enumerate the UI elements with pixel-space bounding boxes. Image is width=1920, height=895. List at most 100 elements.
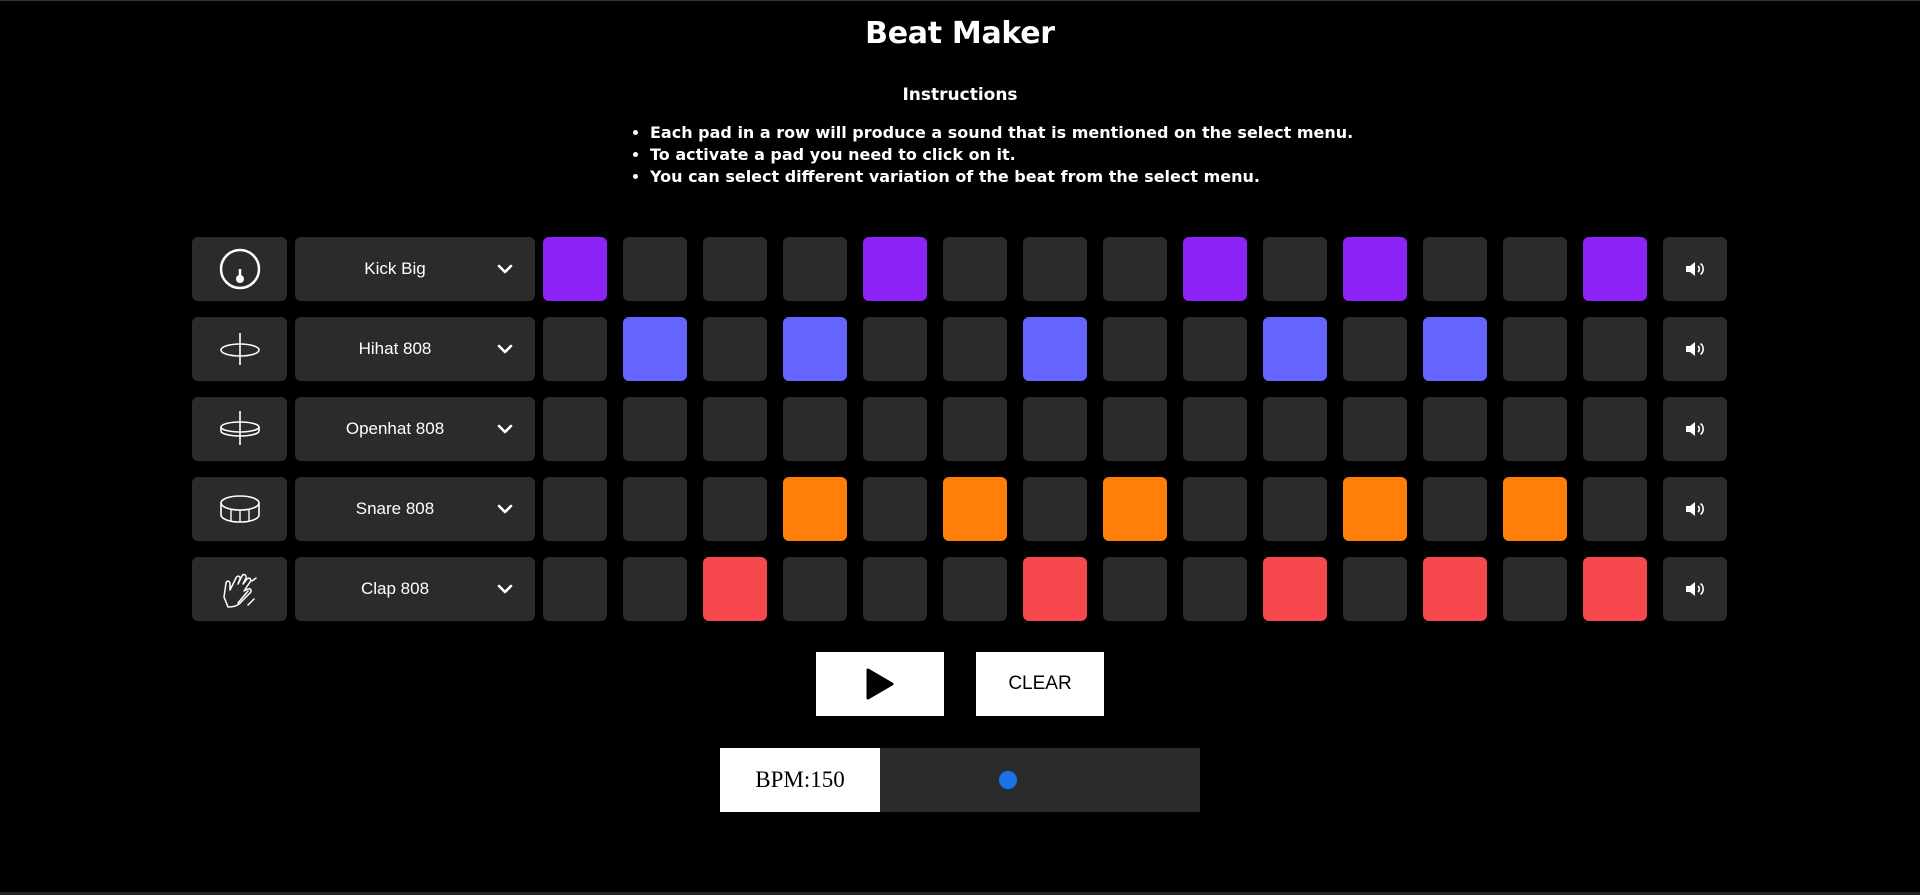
track-row: Openhat 808: [192, 397, 1727, 461]
instruction-item: Each pad in a row will produce a sound t…: [650, 122, 1353, 144]
pad[interactable]: [943, 237, 1007, 301]
pad[interactable]: [623, 477, 687, 541]
pad-active[interactable]: [863, 237, 927, 301]
speaker-icon: [1685, 421, 1705, 437]
pad-active[interactable]: [1263, 557, 1327, 621]
pad-active[interactable]: [1423, 557, 1487, 621]
bpm-slider-thumb[interactable]: [998, 771, 1017, 789]
pad[interactable]: [1503, 317, 1567, 381]
pad[interactable]: [1183, 477, 1247, 541]
chevron-down-icon: [497, 261, 513, 282]
pad-active[interactable]: [1343, 237, 1407, 301]
pad[interactable]: [703, 397, 767, 461]
pad-active[interactable]: [1583, 557, 1647, 621]
sound-select[interactable]: Openhat 808: [295, 397, 535, 461]
play-icon: [866, 668, 894, 700]
play-button[interactable]: [816, 652, 944, 716]
pad[interactable]: [623, 237, 687, 301]
pad[interactable]: [1423, 237, 1487, 301]
pad-active[interactable]: [1423, 317, 1487, 381]
pad[interactable]: [783, 237, 847, 301]
window-top-edge: [0, 0, 1920, 1]
sound-select-value: Hihat 808: [358, 339, 432, 358]
sound-select-value: Kick Big: [364, 259, 426, 278]
bpm-slider[interactable]: [880, 748, 1200, 812]
pad[interactable]: [943, 397, 1007, 461]
pad[interactable]: [863, 397, 927, 461]
pad[interactable]: [1583, 477, 1647, 541]
pad[interactable]: [1263, 477, 1327, 541]
sound-select[interactable]: Hihat 808: [295, 317, 535, 381]
pad[interactable]: [863, 317, 927, 381]
pad-active[interactable]: [783, 317, 847, 381]
instructions-heading: Instructions: [902, 85, 1018, 105]
pad-active[interactable]: [1343, 477, 1407, 541]
mute-button[interactable]: [1663, 477, 1727, 541]
pad[interactable]: [863, 477, 927, 541]
pad[interactable]: [1263, 237, 1327, 301]
pad-active[interactable]: [703, 557, 767, 621]
track-row: Snare 808: [192, 477, 1727, 541]
kick-drum-icon: [192, 237, 287, 301]
pad[interactable]: [1103, 317, 1167, 381]
pad[interactable]: [1343, 557, 1407, 621]
pad[interactable]: [1103, 557, 1167, 621]
pad[interactable]: [1023, 477, 1087, 541]
pad[interactable]: [623, 557, 687, 621]
pad-active[interactable]: [1183, 237, 1247, 301]
pad[interactable]: [703, 237, 767, 301]
pad[interactable]: [783, 397, 847, 461]
sound-select[interactable]: Snare 808: [295, 477, 535, 541]
track-row: Hihat 808: [192, 317, 1727, 381]
pad[interactable]: [543, 477, 607, 541]
sound-select[interactable]: Kick Big: [295, 237, 535, 301]
sound-select[interactable]: Clap 808: [295, 557, 535, 621]
pad-active[interactable]: [1263, 317, 1327, 381]
pad[interactable]: [783, 557, 847, 621]
pad[interactable]: [1583, 317, 1647, 381]
pad[interactable]: [863, 557, 927, 621]
pad-active[interactable]: [943, 477, 1007, 541]
sound-select-value: Openhat 808: [345, 419, 445, 438]
mute-button[interactable]: [1663, 237, 1727, 301]
pad[interactable]: [1503, 557, 1567, 621]
pad-active[interactable]: [543, 237, 607, 301]
pad-active[interactable]: [623, 317, 687, 381]
clear-button[interactable]: CLEAR: [976, 652, 1104, 716]
mute-button[interactable]: [1663, 557, 1727, 621]
pad[interactable]: [1583, 397, 1647, 461]
pad[interactable]: [1503, 237, 1567, 301]
track-row: Kick Big: [192, 237, 1727, 301]
clap-icon: [192, 557, 287, 621]
hihat-icon: [192, 317, 287, 381]
pad[interactable]: [1023, 237, 1087, 301]
pad-active[interactable]: [1503, 477, 1567, 541]
pad[interactable]: [1023, 397, 1087, 461]
pad[interactable]: [1423, 397, 1487, 461]
pad-active[interactable]: [1023, 557, 1087, 621]
pad[interactable]: [1263, 397, 1327, 461]
pad[interactable]: [703, 477, 767, 541]
pad[interactable]: [1423, 477, 1487, 541]
mute-button[interactable]: [1663, 397, 1727, 461]
pad-active[interactable]: [1103, 477, 1167, 541]
pad[interactable]: [1343, 317, 1407, 381]
mute-button[interactable]: [1663, 317, 1727, 381]
pad[interactable]: [1183, 557, 1247, 621]
pad[interactable]: [1503, 397, 1567, 461]
pad[interactable]: [1103, 237, 1167, 301]
pad[interactable]: [1103, 397, 1167, 461]
pad[interactable]: [943, 557, 1007, 621]
pad-active[interactable]: [1583, 237, 1647, 301]
pad[interactable]: [543, 317, 607, 381]
pad[interactable]: [943, 317, 1007, 381]
pad-active[interactable]: [1023, 317, 1087, 381]
pad[interactable]: [543, 397, 607, 461]
pad[interactable]: [1183, 317, 1247, 381]
pad[interactable]: [543, 557, 607, 621]
pad[interactable]: [623, 397, 687, 461]
pad[interactable]: [1343, 397, 1407, 461]
pad-active[interactable]: [783, 477, 847, 541]
pad[interactable]: [1183, 397, 1247, 461]
pad[interactable]: [703, 317, 767, 381]
